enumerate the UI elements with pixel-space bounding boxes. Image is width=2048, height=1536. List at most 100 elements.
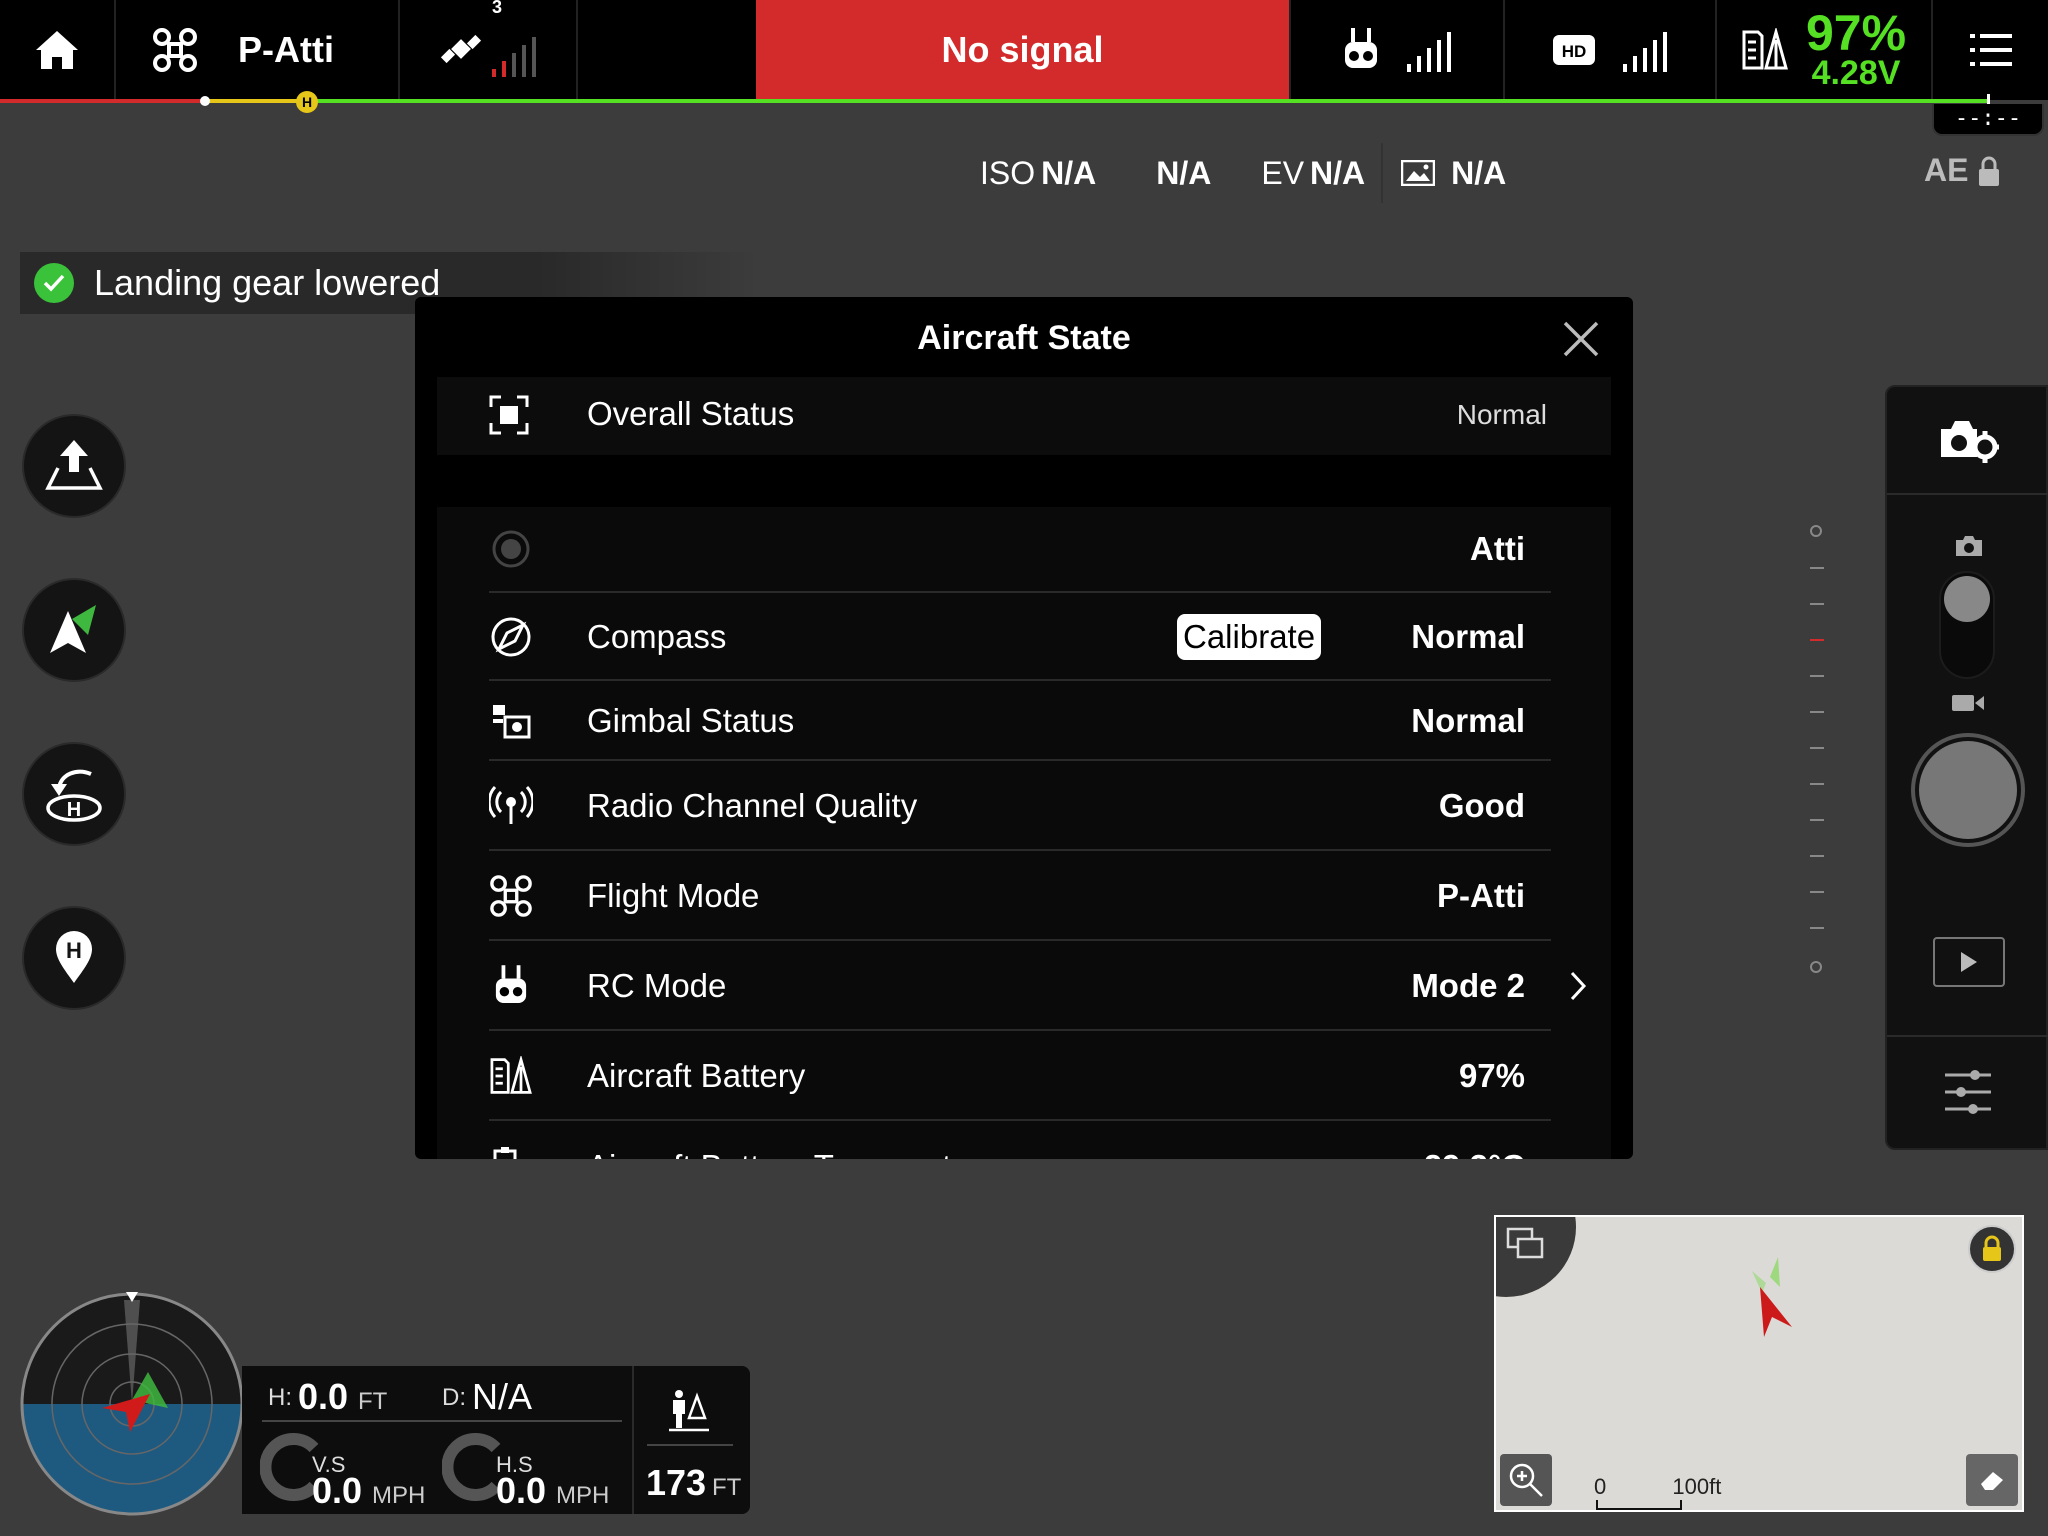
horizontal-speed-value: 0.0 bbox=[496, 1470, 547, 1511]
video-mode-icon[interactable] bbox=[1951, 693, 1985, 713]
rc-mode-label: RC Mode bbox=[587, 967, 727, 1004]
map-scale-bar: 0 100ft bbox=[1594, 1474, 1722, 1510]
compass-icon bbox=[489, 615, 533, 659]
telemetry-divider bbox=[632, 1366, 634, 1514]
battery-percent: 97% bbox=[1805, 5, 1907, 61]
compass-label: Compass bbox=[587, 618, 727, 655]
ae-label: AE bbox=[1924, 152, 1969, 188]
horizontal-speed-unit: MPH bbox=[556, 1482, 610, 1509]
scale-line bbox=[1596, 1500, 1682, 1510]
menu-button[interactable] bbox=[1933, 0, 2048, 100]
exposure-scale bbox=[1810, 525, 1830, 975]
flight-mode-value: P-Atti bbox=[1437, 877, 1525, 914]
ev-label: EV bbox=[1261, 154, 1305, 191]
telemetry-divider bbox=[262, 1420, 622, 1422]
sliders-icon[interactable] bbox=[1943, 1067, 1993, 1117]
hd-video-icon: HD bbox=[1553, 35, 1595, 65]
home-button[interactable] bbox=[0, 0, 116, 100]
shutter-button-core bbox=[1919, 741, 2017, 839]
battery-temperature-row: Aircraft Battery Temperature 29.3°C bbox=[489, 1123, 1551, 1159]
map-lock-button[interactable] bbox=[1968, 1225, 2016, 1273]
calibrate-button[interactable]: Calibrate bbox=[1177, 614, 1322, 660]
flight-mode-label: P-Atti bbox=[238, 29, 334, 70]
photo-video-toggle[interactable] bbox=[1939, 571, 1995, 679]
camera-parameters[interactable]: ISO N/A N/A EV N/A N/A bbox=[980, 143, 1507, 203]
battery-temperature-icon bbox=[489, 1145, 533, 1159]
attitude-radar[interactable] bbox=[18, 1290, 246, 1518]
chevron-right-icon[interactable] bbox=[1569, 970, 1587, 1002]
takeoff-icon bbox=[45, 440, 103, 490]
aircraft-icon bbox=[489, 874, 533, 918]
telemetry-panel: H: 0.0 FT D: N/A V.S 0.0 MPH H.S 0.0 MPH… bbox=[242, 1366, 750, 1514]
map-scale-end: 100ft bbox=[1672, 1474, 1722, 1499]
height-value: 0.0 bbox=[298, 1376, 349, 1417]
takeoff-button[interactable] bbox=[22, 414, 126, 518]
ae-lock-button[interactable]: AE bbox=[1924, 152, 2000, 189]
hd-signal-indicator[interactable]: HD bbox=[1505, 0, 1717, 100]
battery-temperature-label: Aircraft Battery Temperature bbox=[587, 1148, 999, 1159]
rc-mode-value: Mode 2 bbox=[1411, 967, 1525, 1004]
radio-channel-label: Radio Channel Quality bbox=[587, 787, 918, 824]
map-switch-icon bbox=[1506, 1227, 1544, 1259]
shutter-button[interactable] bbox=[1911, 733, 2025, 847]
playback-button[interactable] bbox=[1933, 937, 2005, 987]
distance-label: D: bbox=[442, 1384, 466, 1411]
radio-channel-row: Radio Channel Quality Good bbox=[489, 763, 1551, 851]
gimbal-status-value: Normal bbox=[1411, 702, 1525, 739]
shutter-value: N/A bbox=[1156, 154, 1212, 191]
rc-signal-indicator[interactable] bbox=[1291, 0, 1505, 100]
hd-signal-bars bbox=[1623, 28, 1667, 72]
battery-temperature-value: 29.3°C bbox=[1424, 1148, 1525, 1159]
battery-indicator[interactable]: 97% 4.28V bbox=[1717, 0, 1933, 100]
home-point-button[interactable]: H bbox=[22, 906, 126, 1010]
aircraft-battery-label: Aircraft Battery bbox=[587, 1057, 806, 1094]
notification-text: Landing gear lowered bbox=[94, 262, 441, 303]
max-altitude-value: 173 bbox=[646, 1462, 707, 1503]
remote-controller-icon bbox=[489, 964, 533, 1008]
lock-icon bbox=[1983, 1235, 2001, 1261]
remote-controller-icon bbox=[1345, 28, 1377, 68]
flight-mode-indicator[interactable]: P-Atti bbox=[116, 0, 400, 100]
camera-settings-icon[interactable] bbox=[1939, 417, 1999, 463]
return-to-home-icon: H bbox=[46, 769, 102, 822]
vertical-speed-value: 0.0 bbox=[312, 1470, 363, 1511]
iso-value: N/A bbox=[1041, 154, 1097, 191]
gps-mode-value: Atti bbox=[1470, 530, 1525, 567]
checkmark-icon bbox=[34, 263, 74, 303]
camera-control-panel bbox=[1885, 385, 2048, 1150]
map-expand-button[interactable] bbox=[1496, 1217, 1576, 1297]
intelligent-flight-button[interactable] bbox=[22, 578, 126, 682]
overall-status-value: Normal bbox=[1456, 399, 1547, 430]
photo-format-icon bbox=[1401, 160, 1436, 186]
home-pin-icon: H bbox=[56, 931, 92, 983]
format-value: N/A bbox=[1451, 154, 1507, 191]
svg-text:HD: HD bbox=[1562, 42, 1587, 61]
return-home-button[interactable]: H bbox=[22, 742, 126, 846]
gps-signal-bars bbox=[492, 33, 536, 77]
gps-indicator[interactable]: 3 bbox=[400, 0, 578, 100]
eraser-icon bbox=[1981, 1472, 2003, 1490]
close-icon[interactable] bbox=[1559, 317, 1603, 361]
aircraft-state-list: Atti Compass Calibrate Normal Gimbal Sta… bbox=[437, 507, 1611, 1159]
panel-divider bbox=[1887, 1035, 2048, 1037]
signal-alert-banner[interactable]: No signal bbox=[756, 0, 1291, 100]
height-label: H: bbox=[268, 1384, 292, 1411]
battery-icon bbox=[489, 1054, 533, 1098]
rc-signal-bars bbox=[1407, 28, 1451, 72]
overall-status-label: Overall Status bbox=[587, 395, 795, 432]
mini-map[interactable]: 0 100ft bbox=[1494, 1215, 2024, 1512]
map-zoom-button[interactable] bbox=[1500, 1454, 1552, 1506]
top-status-bar: P-Atti 3 No signal HD 97% 4.28V bbox=[0, 0, 2048, 100]
max-altitude-icon bbox=[669, 1390, 709, 1432]
svg-text:H: H bbox=[66, 938, 82, 963]
lock-icon bbox=[1979, 156, 2000, 186]
gimbal-status-row: Gimbal Status Normal bbox=[489, 683, 1551, 761]
status-frame-icon bbox=[489, 395, 529, 435]
signal-alert-text: No signal bbox=[941, 29, 1104, 70]
gimbal-status-label: Gimbal Status bbox=[587, 702, 795, 739]
rc-mode-row[interactable]: RC Mode Mode 2 bbox=[489, 943, 1587, 1031]
photo-mode-icon[interactable] bbox=[1955, 535, 1983, 557]
map-eraser-button[interactable] bbox=[1966, 1454, 2018, 1506]
home-point-marker: H bbox=[296, 91, 318, 113]
satellite-icon bbox=[440, 34, 482, 64]
